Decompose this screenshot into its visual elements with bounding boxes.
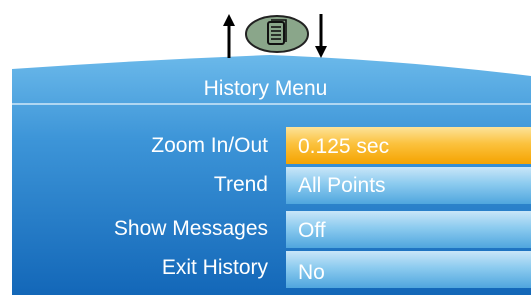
history-page-icon[interactable] [244, 14, 310, 54]
trend-label: Trend [213, 173, 268, 196]
arrow-down-icon[interactable] [314, 14, 328, 58]
zoom-value-field[interactable]: 0.125 sec [286, 127, 531, 164]
show-messages-value-field[interactable]: Off [286, 211, 531, 248]
zoom-label: Zoom In/Out [151, 134, 268, 157]
trend-value-field[interactable]: All Points [286, 167, 531, 204]
page-title: History Menu [203, 77, 328, 100]
history-menu-screen: History Menu Zoom In/Out 0.125 sec Trend… [0, 0, 531, 295]
exit-history-value-field[interactable]: No [286, 251, 531, 288]
arrow-up-icon[interactable] [222, 14, 236, 58]
exit-history-label: Exit History [161, 256, 268, 279]
show-messages-label: Show Messages [113, 217, 268, 240]
